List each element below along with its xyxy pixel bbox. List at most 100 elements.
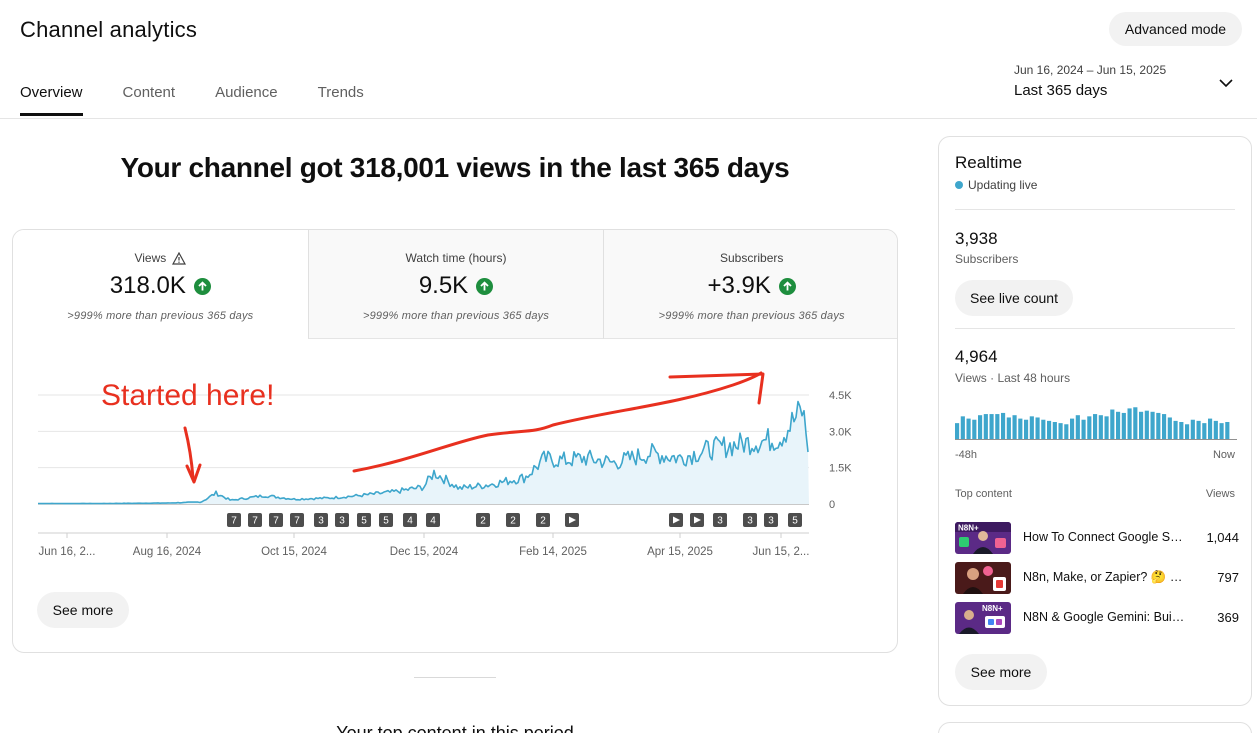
top-content-row[interactable]: N8n, Make, or Zapier? 🤔 Which is best? 7…	[955, 562, 1239, 594]
realtime-bar	[1162, 414, 1167, 439]
page-title: Channel analytics	[20, 17, 198, 42]
divider	[955, 328, 1235, 329]
realtime-bar	[1058, 423, 1063, 439]
video-marker-count: 2	[510, 516, 516, 527]
views-headline: Your channel got 318,001 views in the la…	[120, 152, 790, 183]
realtime-bar	[1156, 412, 1161, 439]
realtime-bar	[1150, 411, 1155, 439]
video-marker-count: 3	[717, 516, 723, 527]
realtime-bar-chart	[955, 407, 1237, 440]
realtime-bar	[1029, 416, 1034, 439]
realtime-bar	[1098, 415, 1103, 439]
realtime-bar	[1121, 412, 1126, 439]
tab-overview[interactable]: Overview	[20, 84, 83, 116]
realtime-bar	[1225, 422, 1230, 439]
realtime-bar	[1035, 417, 1040, 439]
realtime-bar	[1070, 418, 1075, 439]
axis-right-label: Now	[1212, 449, 1235, 461]
views-48h-count: 4,964	[955, 347, 998, 366]
next-side-card	[938, 722, 1252, 733]
realtime-bar	[1133, 407, 1138, 439]
realtime-bar	[978, 415, 983, 439]
realtime-see-more-button[interactable]: See more	[955, 654, 1047, 690]
video-marker-count: 4	[430, 516, 436, 527]
realtime-bar	[995, 414, 1000, 439]
realtime-bar	[1104, 416, 1109, 439]
date-range-label: Last 365 days	[1014, 82, 1108, 99]
y-tick-label: 4.5K	[829, 390, 852, 402]
video-marker-count: 3	[768, 516, 774, 527]
realtime-bar	[1139, 411, 1144, 439]
date-range-text: Jun 16, 2024 – Jun 15, 2025	[1014, 63, 1167, 77]
realtime-bar	[1110, 409, 1115, 439]
video-marker-count: 3	[339, 516, 345, 527]
realtime-bar	[1219, 423, 1224, 439]
video-marker-count: 7	[231, 516, 237, 527]
top-content-heading: Your top content in this period	[336, 723, 574, 733]
realtime-bar	[1047, 420, 1052, 439]
video-marker-count: 7	[273, 516, 279, 527]
video-title: N8N & Google Gemini: Build an AI Agent	[1023, 610, 1185, 624]
x-tick-label: Apr 15, 2025	[647, 546, 713, 558]
video-title: N8n, Make, or Zapier? 🤔 Which is best?	[1023, 570, 1185, 584]
x-tick-label: Oct 15, 2024	[261, 546, 327, 558]
realtime-bar	[1006, 417, 1011, 439]
video-title: How To Connect Google Sheets to N8N	[1023, 530, 1185, 544]
video-marker-count: 7	[294, 516, 300, 527]
video-marker-count: 2	[540, 516, 546, 527]
realtime-bar	[1024, 419, 1029, 439]
y-tick-label: 3.0K	[829, 426, 852, 438]
header-divider	[0, 118, 1257, 119]
y-tick-label: 1.5K	[829, 463, 852, 475]
live-status-text: Updating live	[968, 178, 1038, 192]
realtime-bar	[1064, 424, 1069, 439]
realtime-bar	[1001, 412, 1006, 439]
video-views: 797	[1217, 570, 1239, 585]
realtime-bar	[955, 423, 960, 439]
tab-trends[interactable]: Trends	[318, 84, 364, 116]
video-marker-count: 3	[318, 516, 324, 527]
realtime-bar	[1127, 408, 1132, 439]
realtime-bar	[966, 418, 971, 439]
realtime-bar	[972, 419, 977, 439]
realtime-title: Realtime	[955, 153, 1023, 172]
subscribers-label: Subscribers	[955, 252, 1019, 266]
views-48h-label: Views · Last 48 hours	[955, 371, 1071, 385]
video-marker-count: 5	[361, 516, 367, 527]
realtime-bar	[1018, 418, 1023, 439]
date-range-picker[interactable]: Jun 16, 2024 – Jun 15, 2025 Last 365 day…	[1014, 63, 1240, 107]
divider	[955, 209, 1235, 210]
section-divider	[414, 677, 496, 678]
video-marker-count: 5	[792, 516, 798, 527]
views-chart: 4.5K 3.0K 1.5K 0 7 7 7 7 3 3 5 5 4 4 2 2 2 3 3 3 5 Jun 16, 2.…	[38, 371, 852, 558]
axis-left-label: -48h	[955, 449, 978, 461]
see-live-count-button[interactable]: See live count	[955, 280, 1073, 316]
overview-chart-card: Views 318.0K >999% more than previous 36…	[12, 229, 898, 653]
realtime-bar	[1093, 414, 1098, 439]
top-content-row[interactable]: N8N+ N8N & Google Gemini: Build an AI Ag…	[955, 602, 1239, 634]
annotation-text: Started here!	[101, 379, 274, 412]
realtime-bar	[1144, 410, 1149, 439]
live-dot-icon	[955, 181, 963, 189]
tab-content[interactable]: Content	[123, 84, 176, 116]
chevron-down-icon	[1219, 79, 1233, 88]
realtime-bar	[1052, 422, 1057, 439]
video-marker-count: 7	[252, 516, 258, 527]
video-thumbnail: N8N+	[955, 522, 1011, 554]
tab-audience[interactable]: Audience	[215, 84, 278, 116]
realtime-bar	[1081, 419, 1086, 439]
realtime-bar	[1012, 415, 1017, 439]
realtime-bar	[1075, 415, 1080, 439]
svg-text:N8N+: N8N+	[958, 524, 979, 533]
video-marker-count: 3	[747, 516, 753, 527]
video-views: 1,044	[1206, 530, 1239, 545]
video-views: 369	[1217, 610, 1239, 625]
x-tick-label: Aug 16, 2024	[133, 546, 202, 558]
realtime-bar	[1208, 418, 1213, 439]
top-content-row[interactable]: N8N+ How To Connect Google Sheets to N8N…	[955, 522, 1239, 554]
advanced-mode-button[interactable]: Advanced mode	[1109, 12, 1242, 46]
see-more-button[interactable]: See more	[37, 592, 129, 628]
svg-text:N8N+: N8N+	[982, 604, 1003, 613]
live-status: Updating live	[955, 178, 1037, 192]
top-content-label: Top content	[955, 488, 1012, 500]
